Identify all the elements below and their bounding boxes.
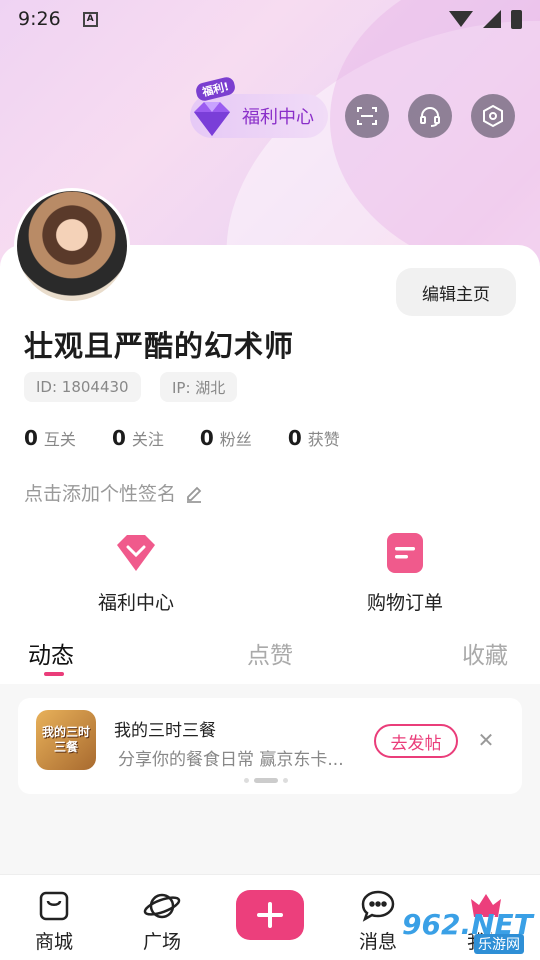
planet-icon [143,893,181,919]
promo-thumb-text: 我的三时三餐 [42,725,91,754]
site-watermark: 962.NET 乐游网 [402,908,538,954]
gift-heart-icon [117,535,155,571]
create-post-button[interactable] [236,890,304,940]
welfare-center-label: 福利中心 [242,107,314,128]
nav-square[interactable]: 广场 [122,887,202,954]
promo-thumbnail: 我的三时三餐 [36,710,96,770]
tab-indicator [44,672,64,676]
feature-label: 购物订单 [366,592,443,614]
pencil-icon [187,486,202,503]
shopping-bag-icon [39,891,69,921]
edit-profile-button[interactable]: 编辑主页 [396,268,516,316]
tab-posts[interactable]: 动态 [28,636,74,670]
stat-likes[interactable]: 0 获赞 [288,426,340,450]
content-tabs: 动态 点赞 收藏 [0,636,540,682]
settings-icon [483,104,503,128]
battery-icon [511,9,522,29]
tab-favorites[interactable]: 收藏 [462,636,508,670]
scan-icon [357,107,377,125]
ip-location-chip: IP: 湖北 [160,372,238,402]
stat-following[interactable]: 0 关注 [112,426,164,450]
promo-title: 我的三时三餐 [114,721,216,741]
welfare-center-entry[interactable]: 福利中心 [56,530,216,615]
stat-followers[interactable]: 0 粉丝 [200,426,252,450]
notification-icon: A [82,11,98,27]
profile-stats: 0 互关 0 关注 0 粉丝 0 获赞 [24,426,340,450]
customer-service-button[interactable] [408,94,452,138]
signal-icon [483,10,501,28]
order-list-icon [387,533,423,573]
shopping-orders-entry[interactable]: 购物订单 [325,530,485,615]
signature-placeholder: 点击添加个性签名 [24,483,177,505]
headset-icon [420,107,440,127]
promo-subtitle: 分享你的餐食日常 赢京东卡... [118,750,344,770]
watermark-sub: 乐游网 [474,934,524,954]
tab-likes[interactable]: 点赞 [247,636,293,670]
user-id-chip: ID: 1804430 [24,372,141,402]
nickname: 壮观且严酷的幻术师 [24,329,295,363]
signature-field[interactable]: 点击添加个性签名 [24,479,204,506]
carousel-indicator [244,778,288,783]
nav-label: 商城 [34,931,73,953]
scan-button[interactable] [345,94,389,138]
plus-icon [257,902,283,928]
feature-label: 福利中心 [97,592,174,614]
diamond-icon [194,102,230,136]
stat-mutual[interactable]: 0 互关 [24,426,76,450]
settings-button[interactable] [471,94,515,138]
avatar[interactable] [14,188,130,304]
post-now-button[interactable]: 去发帖 [374,724,458,758]
wifi-icon [449,11,473,27]
close-icon[interactable]: ✕ [474,728,498,752]
nav-mall[interactable]: 商城 [14,887,94,954]
nav-label: 广场 [142,931,181,953]
status-time: 9:26 [18,8,61,30]
chat-bubble-icon [361,890,395,922]
status-bar: 9:26 A [0,0,540,38]
